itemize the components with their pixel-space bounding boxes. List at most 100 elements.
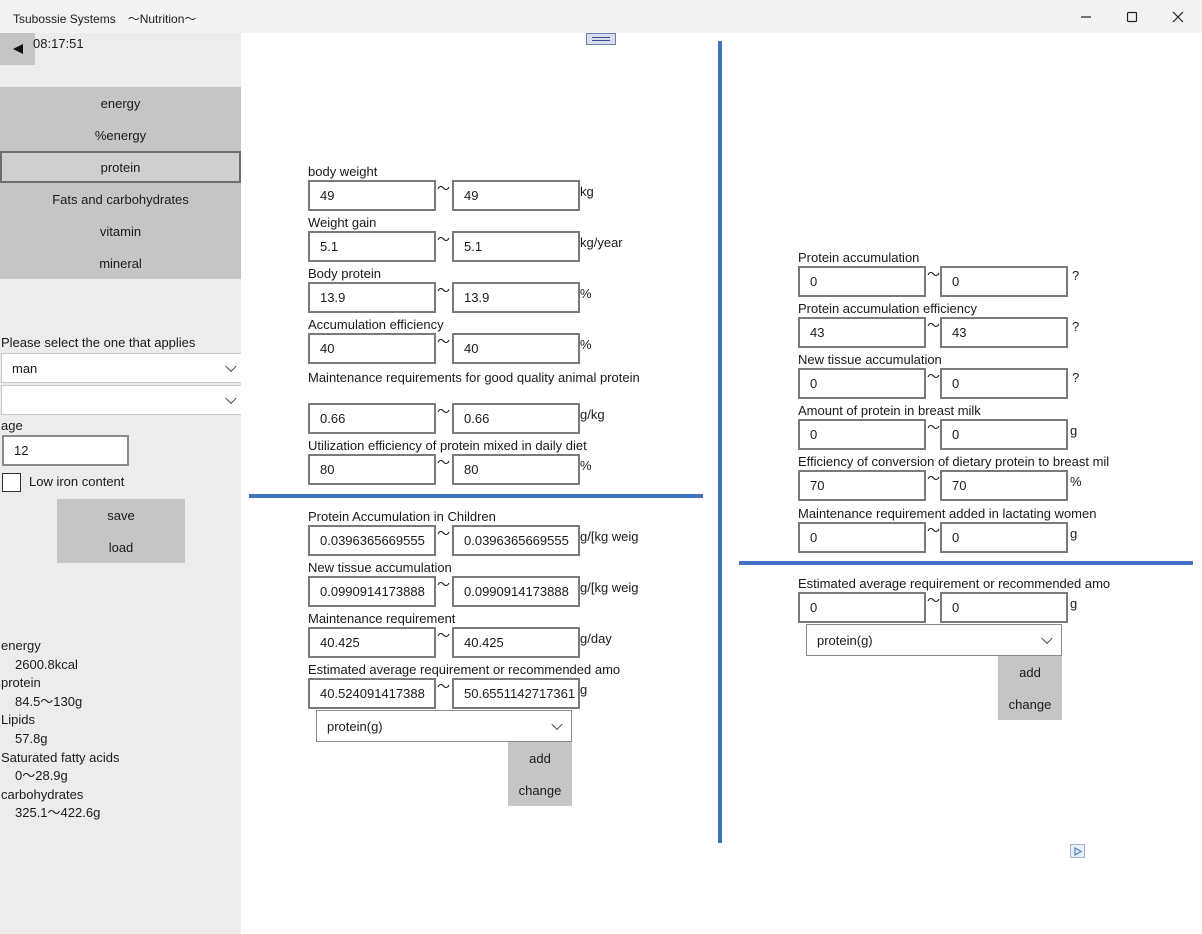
body-protein-min-input[interactable]: 13.9 — [308, 282, 436, 313]
new-tissue-accumulation-min-input[interactable]: 0.0990914173888 — [308, 576, 436, 607]
weight-gain-max-input[interactable]: 5.1 — [452, 231, 580, 262]
nav-fats-carbohydrates[interactable]: Fats and carbohydrates — [0, 183, 241, 215]
low-iron-checkbox[interactable] — [2, 473, 21, 492]
condition-select[interactable] — [1, 385, 246, 415]
breast-milk-protein-min-input[interactable]: 0 — [798, 419, 926, 450]
chevron-down-icon — [1041, 632, 1053, 645]
field-label: body weight — [308, 164, 378, 179]
field-unit: % — [580, 337, 592, 352]
right-change-button[interactable]: change — [998, 688, 1062, 720]
accumulation-efficiency-min-input[interactable]: 40 — [308, 333, 436, 364]
right-new-tissue-min-input[interactable]: 0 — [798, 368, 926, 399]
add-label: add — [529, 750, 551, 766]
protein-accumulation-efficiency-max-input[interactable]: 43 — [940, 317, 1068, 348]
load-label: load — [108, 539, 134, 555]
field-value: 43 — [952, 325, 967, 340]
ad-choices-icon[interactable] — [1070, 844, 1085, 858]
nutrient-select[interactable]: protein(g) — [316, 710, 572, 742]
add-button[interactable]: add — [508, 742, 572, 774]
body-protein-max-input[interactable]: 13.9 — [452, 282, 580, 313]
range-tilde: ～ — [927, 523, 941, 538]
maintenance-requirement-min-input[interactable]: 40.425 — [308, 627, 436, 658]
protein-accumulation-children-min-input[interactable]: 0.0396365669555 — [308, 525, 436, 556]
load-button[interactable]: load — [57, 531, 185, 563]
utilization-efficiency-min-input[interactable]: 80 — [308, 454, 436, 485]
protein-accumulation-max-input[interactable]: 0 — [940, 266, 1068, 297]
body-weight-max-input[interactable]: 49 — [452, 180, 580, 211]
field-value: 13.9 — [464, 290, 490, 305]
utilization-efficiency-max-input[interactable]: 80 — [452, 454, 580, 485]
field-value: 70 — [810, 478, 825, 493]
field-value: 0 — [810, 600, 818, 615]
maintenance-animal-protein-min-input[interactable]: 0.66 — [308, 403, 436, 434]
field-unit: g — [1070, 596, 1078, 611]
field-unit: g/day — [580, 631, 612, 646]
back-button[interactable] — [0, 33, 35, 65]
accumulation-efficiency-max-input[interactable]: 40 — [452, 333, 580, 364]
conversion-efficiency-max-input[interactable]: 70 — [940, 470, 1068, 501]
nav-percent-energy[interactable]: %energy — [0, 119, 241, 151]
range-tilde: ～ — [437, 628, 451, 643]
splitter-handle[interactable] — [586, 33, 616, 45]
field-value: 40.425 — [320, 635, 360, 650]
age-input[interactable]: 12 — [2, 435, 129, 466]
nav-vitamin[interactable]: vitamin — [0, 215, 241, 247]
range-tilde: ～ — [437, 404, 451, 419]
estimated-requirement-max-input[interactable]: 50.6551142717361 — [452, 678, 580, 709]
protein-accumulation-efficiency-min-input[interactable]: 43 — [798, 317, 926, 348]
save-button[interactable]: save — [57, 499, 185, 531]
field-unit: ? — [1072, 370, 1080, 385]
summary-value: 57.8g — [15, 730, 48, 746]
field-unit: % — [580, 458, 592, 473]
field-value: 40.425 — [464, 635, 504, 650]
nav-mineral[interactable]: mineral — [0, 247, 241, 279]
summary-value: 84.5～130g — [15, 693, 83, 709]
breast-milk-protein-max-input[interactable]: 0 — [940, 419, 1068, 450]
nav-label: vitamin — [99, 223, 142, 239]
close-icon[interactable] — [1155, 0, 1201, 33]
right-nutrient-select[interactable]: protein(g) — [806, 624, 1062, 656]
field-unit: % — [580, 286, 592, 301]
range-tilde: ～ — [437, 283, 451, 298]
field-label: New tissue accumulation — [798, 352, 942, 367]
summary-name: Saturated fatty acids — [1, 749, 120, 765]
field-label: Estimated average requirement or recomme… — [798, 576, 1111, 591]
estimated-requirement-min-input[interactable]: 40.524091417388 — [308, 678, 436, 709]
maintenance-animal-protein-max-input[interactable]: 0.66 — [452, 403, 580, 434]
new-tissue-accumulation-max-input[interactable]: 0.0990914173888 — [452, 576, 580, 607]
field-value: 80 — [320, 462, 335, 477]
summary-name: protein — [1, 675, 41, 691]
field-value: 0.0990914173888 — [464, 584, 569, 599]
change-button[interactable]: change — [508, 774, 572, 806]
field-value: 50.6551142717361 — [464, 686, 576, 701]
right-estimated-requirement-max-input[interactable]: 0 — [940, 592, 1068, 623]
lactating-maintenance-max-input[interactable]: 0 — [940, 522, 1068, 553]
back-arrow-icon — [12, 44, 23, 54]
sex-select[interactable]: man — [1, 353, 246, 383]
field-label: Protein Accumulation in Children — [308, 509, 496, 524]
field-value: 0 — [810, 274, 818, 289]
field-unit: ? — [1072, 319, 1080, 334]
nav-protein[interactable]: protein — [0, 151, 241, 183]
field-label: Maintenance requirement added in lactati… — [798, 506, 1097, 521]
lactating-maintenance-min-input[interactable]: 0 — [798, 522, 926, 553]
field-value: 40 — [464, 341, 479, 356]
range-tilde: ～ — [437, 455, 451, 470]
right-new-tissue-max-input[interactable]: 0 — [940, 368, 1068, 399]
right-add-button[interactable]: add — [998, 656, 1062, 688]
minimize-icon[interactable] — [1063, 0, 1109, 33]
range-tilde: ～ — [927, 593, 941, 608]
protein-accumulation-children-max-input[interactable]: 0.0396365669555 — [452, 525, 580, 556]
nav-energy[interactable]: energy — [0, 87, 241, 119]
conversion-efficiency-min-input[interactable]: 70 — [798, 470, 926, 501]
right-estimated-requirement-min-input[interactable]: 0 — [798, 592, 926, 623]
maintenance-requirement-max-input[interactable]: 40.425 — [452, 627, 580, 658]
range-tilde: ～ — [437, 577, 451, 592]
nav-label: protein — [100, 159, 141, 175]
chevron-down-icon — [551, 718, 563, 731]
weight-gain-min-input[interactable]: 5.1 — [308, 231, 436, 262]
protein-accumulation-min-input[interactable]: 0 — [798, 266, 926, 297]
body-weight-min-input[interactable]: 49 — [308, 180, 436, 211]
maximize-icon[interactable] — [1109, 0, 1155, 33]
field-value: 0.66 — [464, 411, 490, 426]
